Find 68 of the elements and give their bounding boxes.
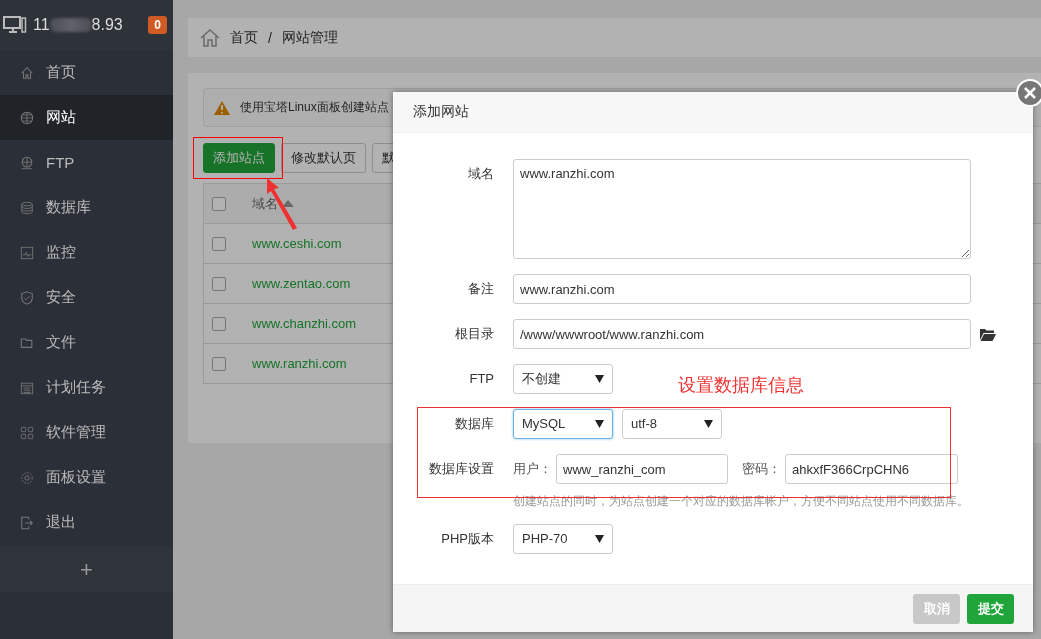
sidebar-item[interactable]: 首页 [0,50,173,95]
input-field[interactable]: ahkxfF366CrpCHN6 [785,454,958,484]
select-all-checkbox[interactable] [212,196,226,211]
alert-text: 使用宝塔Linux面板创建站点 [240,99,389,116]
redaction-blur [49,18,92,32]
field-label: FTP [468,370,494,388]
notification-badge[interactable]: 0 [148,16,167,34]
home-icon[interactable] [200,28,220,47]
breadcrumb-link[interactable]: 首页 [230,28,258,47]
calendar-icon [20,380,34,395]
close-icon[interactable] [1016,79,1041,107]
sidebar-item[interactable]: 数据库 [0,185,173,230]
warning-icon [214,100,230,115]
sidebar-item[interactable]: FTP [0,140,173,185]
dropdown-select[interactable]: MySQL [513,409,613,439]
field-label: 备注 [467,280,494,298]
add-button[interactable]: + [80,556,93,583]
dropdown-caret-icon [595,375,604,383]
input-field[interactable]: www_ranzhi_com [556,454,728,484]
dropdown-caret-icon [704,420,713,428]
row-checkbox[interactable] [212,356,226,371]
sidebar-item[interactable]: 监控 [0,230,173,275]
dropdown-caret-icon [595,420,604,428]
input-field[interactable]: www.ranzhi.com [513,274,971,304]
settings-icon [20,470,34,485]
breadcrumb-link[interactable]: 网站管理 [281,28,338,47]
domain-textarea[interactable]: www.ranzhi.com [513,159,971,259]
row-checkbox[interactable] [212,316,226,331]
sidebar-item[interactable]: 计划任务 [0,365,173,410]
breadcrumb-separator: / [268,29,272,46]
field-label: 用户： [513,460,552,478]
dropdown-select[interactable]: utf-8 [622,409,722,439]
grid-icon [20,425,34,440]
row-checkbox[interactable] [212,276,226,291]
exit-icon [20,515,34,530]
host-address: 8.93 [91,16,123,34]
field-label: 密码： [742,460,781,478]
folder-icon [20,335,34,350]
input-field[interactable]: /www/wwwroot/www.ranzhi.com [513,319,971,349]
dialog-title: 添加网站 [413,103,469,121]
sort-icon[interactable] [282,200,294,207]
field-label: 根目录 [454,325,494,343]
dropdown-caret-icon [595,535,604,543]
database-icon [20,200,34,215]
field-label: 数据库设置 [428,460,494,478]
chart-icon [20,245,34,260]
field-label: 域名 [467,165,494,183]
folder-icon[interactable] [980,327,996,341]
row-checkbox[interactable] [212,236,226,251]
dropdown-select[interactable]: PHP-70 [513,524,613,554]
home-icon [20,65,34,80]
annotation-text: 设置数据库信息 [678,374,804,397]
globe-icon [20,110,34,125]
shield-icon [20,290,34,305]
sidebar-item[interactable]: 网站 [0,95,173,140]
sidebar-item[interactable]: 退出 [0,500,173,545]
field-label: 数据库 [454,415,494,433]
field-label: PHP版本 [440,530,494,548]
sidebar-item[interactable]: 软件管理 [0,410,173,455]
sidebar-item[interactable]: 面板设置 [0,455,173,500]
host-address: 11 [33,16,50,34]
sidebar-item[interactable]: 文件 [0,320,173,365]
toolbar-button[interactable]: 修改默认页 [281,143,366,173]
network-icon [20,155,34,170]
monitor-icon [3,15,27,35]
column-header[interactable]: 域名 [252,194,278,213]
dropdown-select[interactable]: 不创建 [513,364,613,394]
sidebar-item[interactable]: 安全 [0,275,173,320]
